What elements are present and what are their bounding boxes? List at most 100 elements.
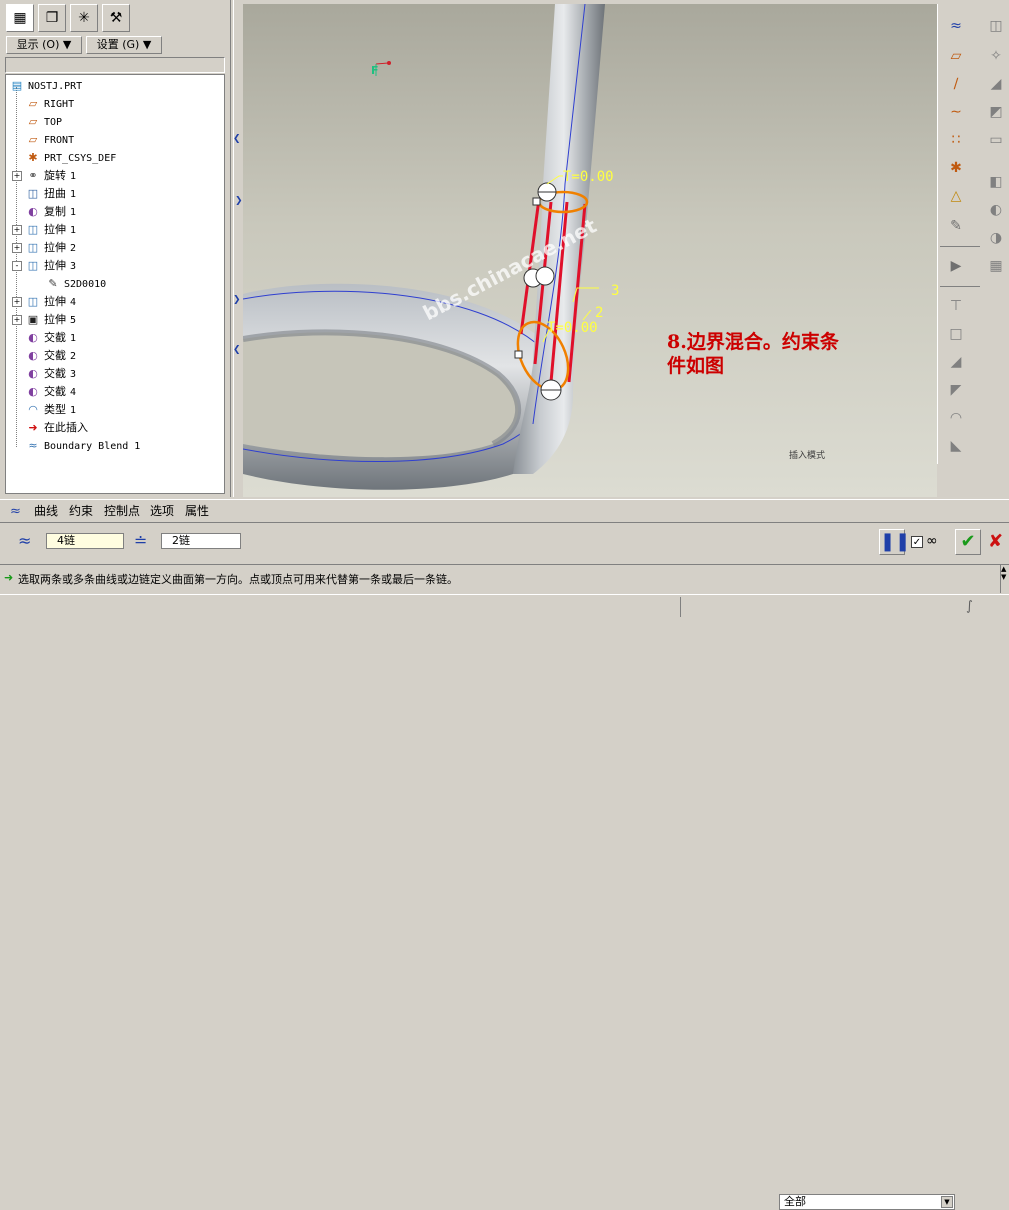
preview-checkbox[interactable]: ✓ (911, 536, 923, 548)
collapse-left-icon[interactable]: ❮ (233, 134, 241, 144)
hole-icon[interactable]: ⊤ (942, 294, 970, 318)
intersect-icon: ◐ (28, 349, 38, 362)
selection-filter[interactable]: 全部 ▼ (779, 1194, 955, 1210)
tree-item[interactable]: ▱ FRONT (26, 131, 74, 149)
tree-item-number: 1 (70, 189, 77, 200)
expand-icon[interactable]: + (12, 315, 22, 325)
datum-plane-icon: ▱ (28, 115, 38, 128)
tree-item[interactable]: ≈ Boundary Blend 1 (26, 437, 140, 455)
favorites-icon[interactable]: ✳ (70, 4, 98, 32)
tree-item[interactable]: ✱ PRT_CSYS_DEF (26, 149, 116, 167)
shell-icon[interactable]: □ (942, 322, 970, 346)
revolve-icon[interactable]: ✧ (982, 44, 1009, 68)
selection-filter-value: 全部 (784, 1195, 806, 1208)
second-direction-collector[interactable]: 2链 (161, 533, 241, 549)
expand-icon[interactable]: + (12, 225, 22, 235)
collapse-icon[interactable]: - (12, 261, 22, 271)
tree-item[interactable]: ◫ 扭曲 1 (26, 185, 76, 203)
chamfer-icon[interactable]: ◣ (942, 434, 970, 458)
dashboard-tabs: ≈ 曲线 约束 控制点 选项 属性 (0, 499, 1009, 522)
pattern-icon[interactable]: ▦ (982, 254, 1009, 278)
status-icon[interactable]: ∫ (966, 599, 973, 614)
expand-icon[interactable]: + (12, 297, 22, 307)
tree-item-label: 拉伸 (44, 241, 66, 254)
tab-curves[interactable]: 曲线 (34, 502, 58, 520)
tree-item[interactable]: ◫ 拉伸 1 (26, 221, 76, 239)
expand-right-icon[interactable]: ❯ (235, 196, 243, 206)
tree-item-number: 4 (70, 387, 77, 398)
tab-options[interactable]: 选项 (150, 502, 174, 520)
extrude-icon[interactable]: ◫ (982, 14, 1009, 38)
tree-item[interactable]: ◐ 交截 1 (26, 329, 76, 347)
model-tree-panel: ▦ ❐ ✳ ⚒ 显示 (O) ▼ 设置 (G) ▼ ▤ NOSTJ.PRT ▱ RIG… (0, 0, 236, 497)
tree-item[interactable]: ◫ 拉伸 2 (26, 239, 76, 257)
rib-icon[interactable]: ◢ (942, 350, 970, 374)
tree-filter-bar[interactable] (5, 57, 225, 73)
draft-icon[interactable]: ◤ (942, 378, 970, 402)
tree-item[interactable]: ◫ 拉伸 3 (26, 257, 76, 275)
blend-icon[interactable]: ◩ (982, 100, 1009, 124)
first-direction-collector[interactable]: 4链 (46, 533, 124, 549)
csys-label: F (371, 64, 379, 77)
datum-axis-icon[interactable]: ∕ (942, 72, 970, 96)
tree-item[interactable]: ◠ 类型 1 (26, 401, 76, 419)
style-icon[interactable]: ▭ (982, 128, 1009, 152)
tree-item[interactable]: ▱ RIGHT (26, 95, 74, 113)
expand-right-icon[interactable]: ❯ (233, 295, 241, 305)
tree-item[interactable]: ◐ 交截 2 (26, 347, 76, 365)
tree-item[interactable]: ⚭ 旋转 1 (26, 167, 76, 185)
tree-item[interactable]: ◐ 交截 3 (26, 365, 76, 383)
tree-item[interactable]: ◫ 拉伸 4 (26, 293, 76, 311)
tree-item[interactable]: ✎ S2D0010 (46, 275, 106, 293)
tab-constraints[interactable]: 约束 (69, 502, 93, 520)
show-menu-button[interactable]: 显示 (O) ▼ (6, 36, 82, 54)
mirror-icon[interactable]: ◧ (982, 170, 1009, 194)
tree-item-number: 4 (70, 297, 77, 308)
glasses-icon[interactable]: ∞ (926, 533, 938, 549)
second-direction-icon: ≐ (134, 531, 148, 550)
panel-splitter[interactable]: ❮ ❯ ❯ ❮ (229, 0, 243, 497)
insert-mode-icon[interactable]: ▶ (942, 254, 970, 278)
insert-icon[interactable]: ✎ (942, 214, 970, 238)
model-tree-icon[interactable]: ▦ (6, 4, 34, 32)
csys-icon[interactable]: ✱ (942, 156, 970, 180)
collapse-left-icon[interactable]: ❮ (233, 345, 241, 355)
extrude-icon: ◫ (27, 295, 39, 308)
trim-icon[interactable]: ◑ (982, 226, 1009, 250)
t-label-top: T=0.00 (563, 169, 614, 185)
model-tree: ▤ NOSTJ.PRT ▱ RIGHT ▱ TOP ▱ FRONT ✱ PRT_CSYS_DEF +… (5, 74, 225, 494)
tree-item-number: 1 (70, 207, 77, 218)
settings-menu-button[interactable]: 设置 (G) ▼ (86, 36, 162, 54)
tab-properties[interactable]: 属性 (185, 502, 209, 520)
pause-button[interactable]: ❚❚ (879, 529, 910, 555)
sketched-curve-icon[interactable]: ∼ (942, 100, 970, 124)
tree-item[interactable]: ▤ NOSTJ.PRT (10, 77, 82, 95)
model-graphics[interactable] (243, 4, 937, 497)
cancel-button[interactable]: ✘ (988, 531, 1003, 552)
extrude-icon: ◫ (27, 241, 39, 254)
tree-item-label: 拉伸 (44, 313, 66, 326)
tab-control-points[interactable]: 控制点 (104, 502, 140, 520)
expand-icon[interactable]: + (12, 243, 22, 253)
dashboard: ≈ 4链 ≐ 2链 ❚❚ ✓ ∞ ✔ ✘ (0, 522, 1009, 563)
chevron-down-icon[interactable]: ▼ (941, 1196, 953, 1208)
merge-icon[interactable]: ◐ (982, 198, 1009, 222)
sweep-icon[interactable]: ◢ (982, 72, 1009, 96)
message-scrollbar[interactable]: ▲ ▼ (1000, 565, 1009, 593)
datum-point-icon[interactable]: ∷ (942, 128, 970, 152)
tree-item[interactable]: ◐ 复制 1 (26, 203, 76, 221)
expand-icon[interactable]: + (12, 171, 22, 181)
datum-display-icon[interactable]: ≈ (942, 14, 970, 38)
tree-item[interactable]: ➜ 在此插入 (26, 419, 88, 437)
layers-icon[interactable]: ❐ (38, 4, 66, 32)
tree-item[interactable]: ▱ TOP (26, 113, 62, 131)
insert-arrow-icon: ➜ (28, 421, 38, 434)
round-icon[interactable]: ◠ (942, 406, 970, 430)
ok-button[interactable]: ✔ (955, 529, 981, 555)
graphics-viewport[interactable]: T=0.00 T=0.00 3 2 bbs.chinacae.net 8.边界混… (243, 4, 937, 497)
datum-plane-icon[interactable]: ▱ (942, 44, 970, 68)
tools-icon[interactable]: ⚒ (102, 4, 130, 32)
tree-item[interactable]: ▣ 拉伸 5 (26, 311, 76, 329)
tree-item[interactable]: ◐ 交截 4 (26, 383, 76, 401)
analysis-icon[interactable]: △ (942, 184, 970, 208)
